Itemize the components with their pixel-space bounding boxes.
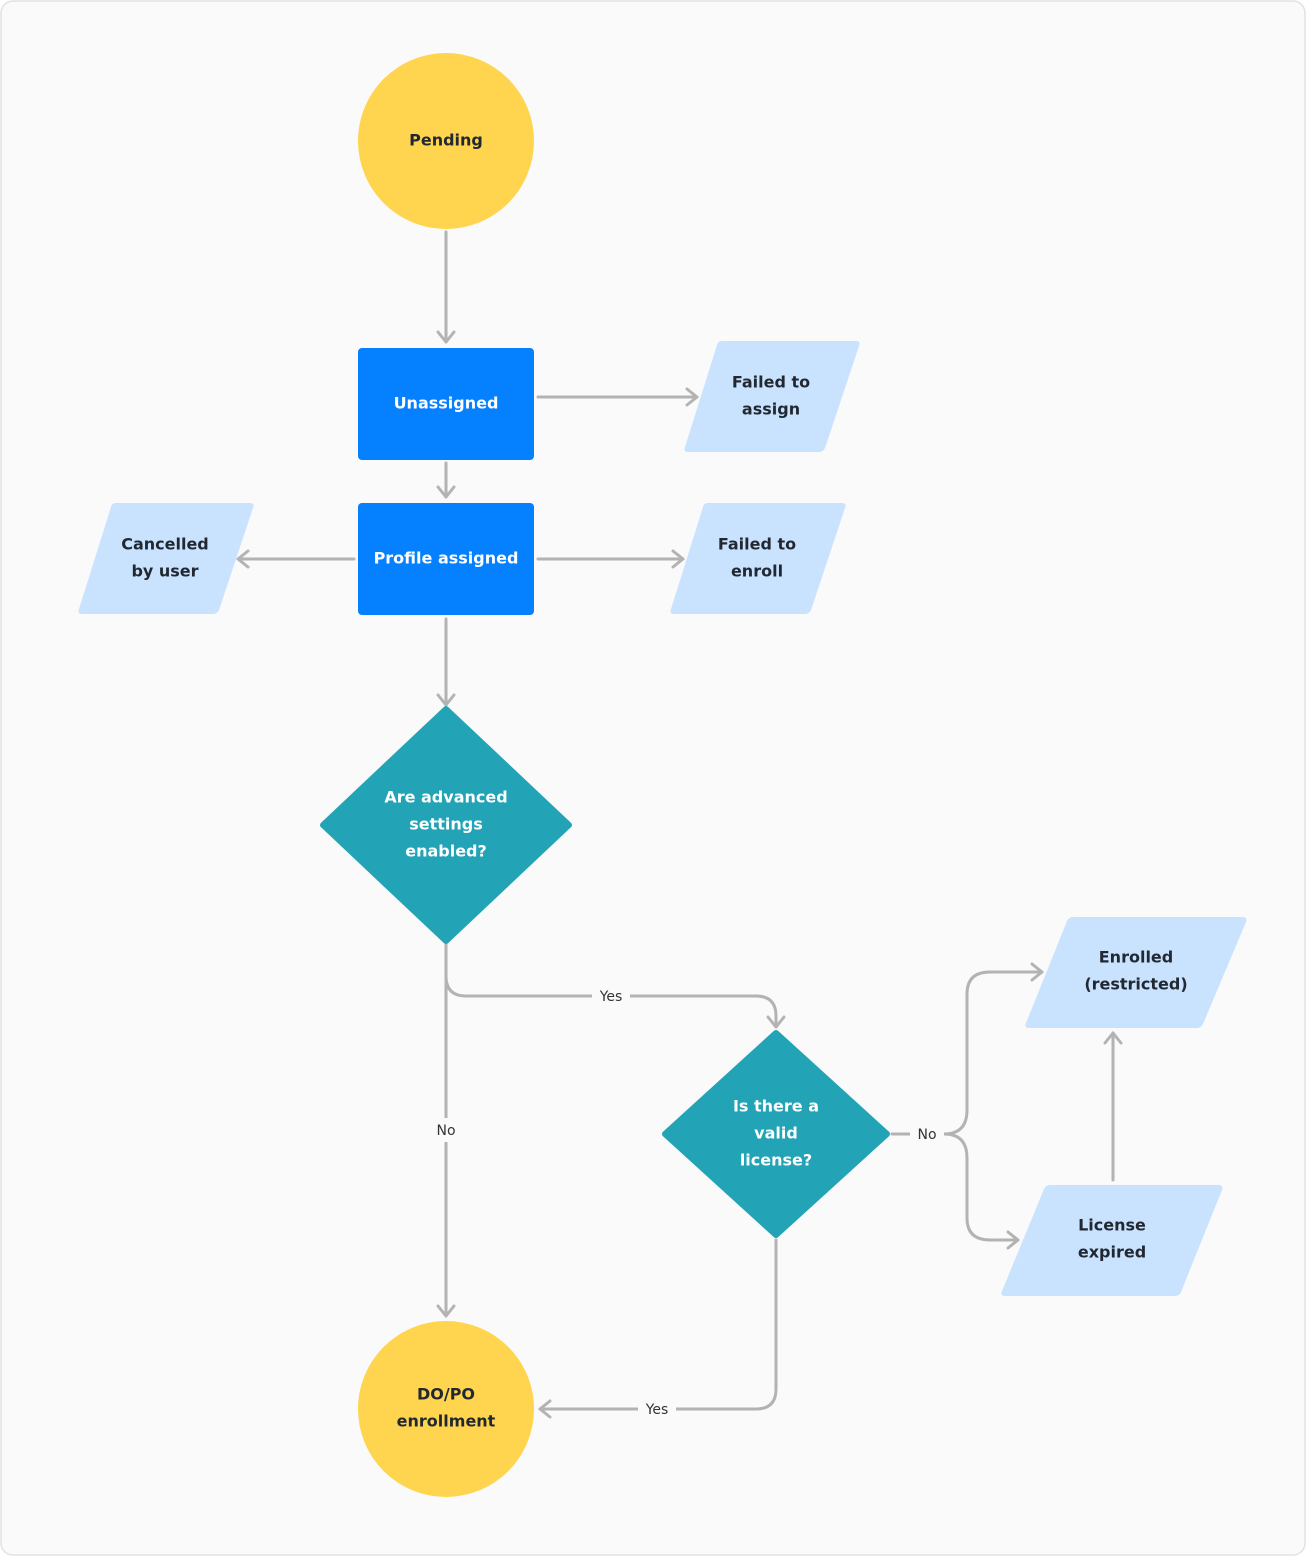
svg-text:Enrolled: Enrolled — [1099, 948, 1173, 967]
svg-text:by user: by user — [131, 562, 198, 581]
svg-text:expired: expired — [1078, 1243, 1146, 1262]
svg-text:license?: license? — [740, 1151, 812, 1170]
edge-label-license-yes: Yes — [638, 1398, 676, 1420]
svg-text:License: License — [1078, 1216, 1146, 1235]
svg-text:Cancelled: Cancelled — [121, 535, 209, 554]
node-profile-assigned[interactable]: Profile assigned — [358, 503, 534, 615]
svg-text:(restricted): (restricted) — [1084, 975, 1187, 994]
canvas-background — [0, 0, 1306, 1556]
edge-label-advanced-yes: Yes — [592, 986, 630, 1006]
edge-label-advanced-no: No — [430, 1118, 462, 1142]
svg-text:enabled?: enabled? — [405, 842, 487, 861]
svg-text:Failed to: Failed to — [732, 373, 810, 392]
svg-text:Failed to: Failed to — [718, 535, 796, 554]
svg-text:enroll: enroll — [731, 562, 783, 581]
svg-text:Profile assigned: Profile assigned — [374, 549, 519, 568]
node-dopo-enrollment[interactable]: DO/PO enrollment — [358, 1321, 534, 1497]
svg-text:assign: assign — [742, 400, 800, 419]
svg-text:Unassigned: Unassigned — [394, 394, 499, 413]
svg-text:Are advanced: Are advanced — [384, 788, 507, 807]
svg-text:Yes: Yes — [645, 1402, 669, 1418]
svg-text:Is there a: Is there a — [733, 1097, 819, 1116]
svg-text:DO/PO: DO/PO — [417, 1385, 475, 1404]
edge-label-license-no: No — [910, 1122, 944, 1146]
node-unassigned[interactable]: Unassigned — [358, 348, 534, 460]
svg-text:Yes: Yes — [599, 989, 623, 1005]
svg-text:No: No — [917, 1127, 936, 1143]
svg-text:No: No — [436, 1123, 455, 1139]
svg-text:enrollment: enrollment — [397, 1412, 496, 1431]
svg-text:Pending: Pending — [409, 131, 483, 150]
svg-text:valid: valid — [754, 1124, 798, 1143]
svg-text:settings: settings — [409, 815, 483, 834]
node-pending[interactable]: Pending — [358, 53, 534, 229]
flowchart-canvas: Yes No No Yes Pending Unassigned Failed … — [0, 0, 1306, 1556]
